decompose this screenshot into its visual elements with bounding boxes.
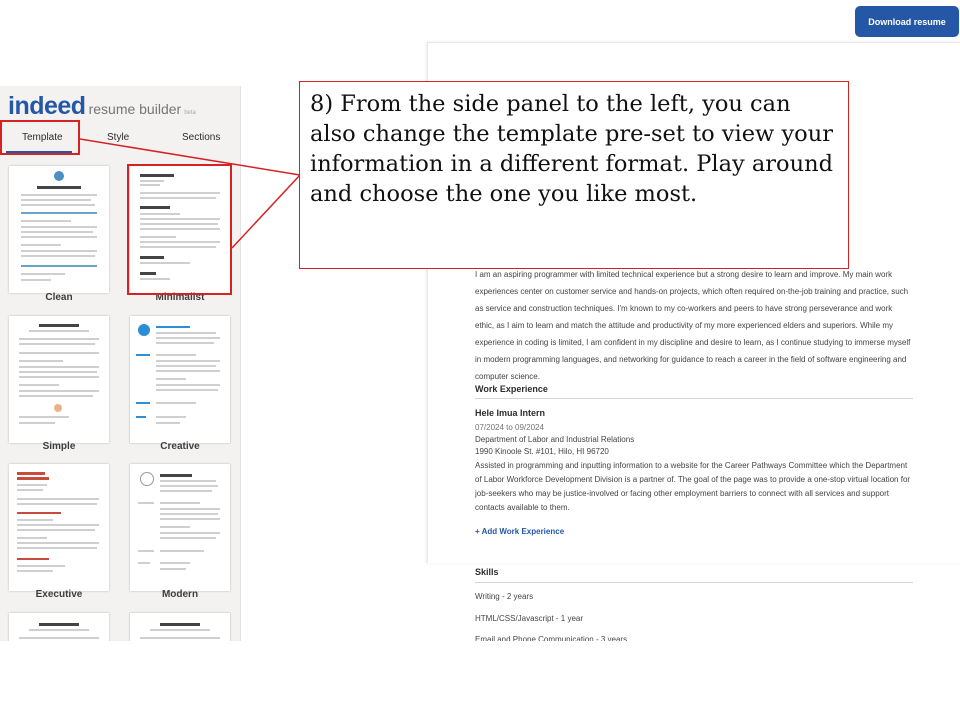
template-card-creative[interactable] xyxy=(130,316,230,443)
add-work-experience-link[interactable]: + Add Work Experience xyxy=(475,527,564,536)
skill-item[interactable]: Writing - 2 years xyxy=(475,592,533,601)
tab-sections[interactable]: Sections xyxy=(182,132,220,143)
logo-brand: indeed xyxy=(8,92,86,120)
template-avatar-icon xyxy=(140,472,154,486)
summary-line: computer science. xyxy=(475,372,540,381)
template-card-executive[interactable] xyxy=(9,464,109,591)
instruction-callout: 8) From the side panel to the left, you … xyxy=(299,81,849,269)
template-avatar-icon xyxy=(138,324,150,336)
template-card-clean[interactable] xyxy=(9,166,109,293)
template-card-modern[interactable] xyxy=(130,464,230,591)
callout-text: 8) From the side panel to the left, you … xyxy=(310,91,833,207)
template-card-simple[interactable] xyxy=(9,316,109,443)
template-card-more[interactable] xyxy=(130,613,230,641)
skills-heading: Skills xyxy=(475,567,499,577)
template-label-executive: Executive xyxy=(35,589,83,600)
download-resume-button[interactable]: Download resume xyxy=(855,6,959,37)
template-tab-highlight xyxy=(0,120,80,155)
summary-line: experience in coding is limited, I am co… xyxy=(475,338,911,347)
logo-product: resume builder xyxy=(88,101,182,117)
summary-line: I am an aspiring programmer with limited… xyxy=(475,270,893,279)
summary-line: ethic, as I aim to learn and match the a… xyxy=(475,321,893,330)
section-divider xyxy=(475,582,913,583)
section-divider xyxy=(475,398,913,399)
skill-item[interactable]: HTML/CSS/Javascript - 1 year xyxy=(475,614,583,623)
indeed-logo[interactable]: indeed resume builder beta xyxy=(8,92,196,121)
logo-badge: beta xyxy=(184,110,196,116)
job-employer: Department of Labor and Industrial Relat… xyxy=(475,435,635,444)
template-card-more[interactable] xyxy=(9,613,109,641)
template-label-creative: Creative xyxy=(160,441,200,452)
job-address: 1990 Kinoole St. #101, Hilo, HI 96720 xyxy=(475,447,609,456)
summary-line: experiences center on customer service a… xyxy=(475,287,909,296)
job-dates: 07/2024 to 09/2024 xyxy=(475,423,544,432)
summary-line: in modern programming languages, and net… xyxy=(475,355,907,364)
minimalist-template-highlight xyxy=(127,164,232,295)
template-label-clean: Clean xyxy=(45,292,73,303)
description-line: job-seekers who may be justice-involved … xyxy=(475,489,889,498)
job-title[interactable]: Hele Imua Intern xyxy=(475,408,545,418)
tab-style[interactable]: Style xyxy=(107,132,129,143)
template-label-simple: Simple xyxy=(42,441,76,452)
template-label-modern: Modern xyxy=(161,589,199,600)
description-line: of Labor Workforce Development Division … xyxy=(475,475,911,484)
description-line: Assisted in programming and inputting in… xyxy=(475,461,908,470)
summary-line: as service and construction techniques. … xyxy=(475,304,893,313)
work-experience-heading: Work Experience xyxy=(475,384,548,394)
slide-margin xyxy=(0,641,960,720)
template-avatar-icon xyxy=(54,171,64,181)
description-line: contacts available to them. xyxy=(475,503,570,512)
